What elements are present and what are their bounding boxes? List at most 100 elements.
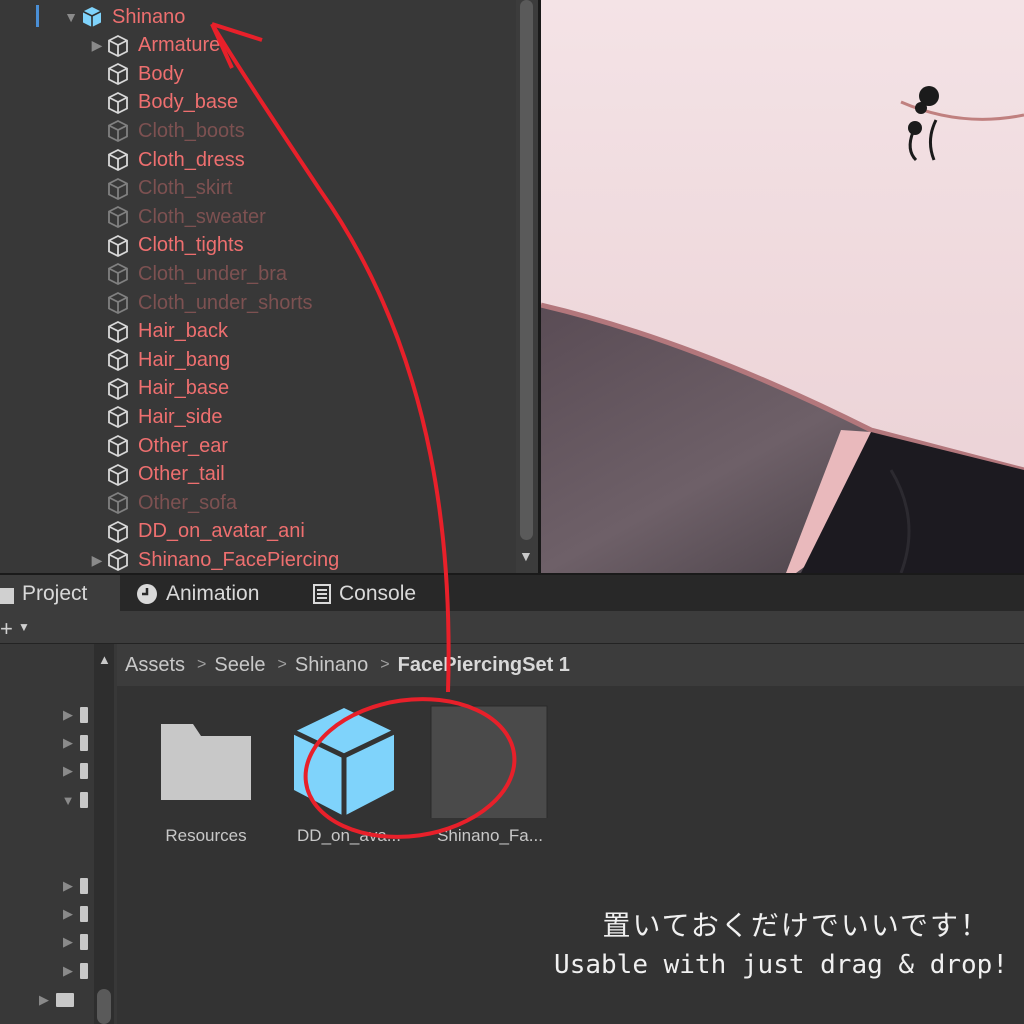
hierarchy-item-label: Cloth_dress [138,148,245,171]
hierarchy-item-cloth-tights[interactable]: Cloth_tights [88,232,244,260]
folder-icon [80,878,88,894]
tab-label: Animation [166,582,260,605]
gameobject-cube-icon [106,205,130,229]
folder-tree-item[interactable]: ▶ [60,704,88,726]
caption-english: Usable with just drag & drop! [554,950,1008,980]
gameobject-cube-icon [106,148,130,172]
clock-icon [136,583,158,605]
folder-icon [80,763,88,779]
chevron-right-icon[interactable]: ▶ [60,963,76,979]
prefab-cube-icon [284,698,414,818]
prefab-thumbnail [425,698,555,823]
folder-icon [80,906,88,922]
project-tree-scroll-thumb[interactable] [97,989,111,1024]
project-folder-tree: ▶ ▶ ▶ ▼ ▶ ▶ ▶ ▶ ▶ ▲ [0,644,117,1024]
scene-view[interactable] [541,0,1024,573]
plus-icon[interactable]: + [0,616,13,642]
gameobject-cube-icon [106,119,130,143]
gameobject-cube-icon [106,491,130,515]
hierarchy-item-body-base[interactable]: Body_base [88,89,238,117]
chevron-down-icon[interactable]: ▼ [18,620,30,634]
folder-tree-item[interactable]: ▶ [36,989,74,1011]
tab-console[interactable]: Console [313,575,416,613]
hierarchy-item-shinano[interactable]: ▼ Shinano [62,3,185,31]
hierarchy-item-label: Body_base [138,91,239,114]
folder-tree-item[interactable]: ▶ [60,931,88,953]
folder-icon [141,698,271,818]
chevron-right-icon[interactable]: ▶ [88,552,106,569]
hierarchy-item-cloth-under-bra[interactable]: Cloth_under_bra [88,260,287,288]
asset-name: Shinano_Fa... [437,826,543,845]
chevron-right-icon[interactable]: ▶ [60,878,76,894]
hierarchy-item-label: DD_on_avatar_ani [138,520,305,543]
chevron-right-icon[interactable]: ▶ [60,707,76,723]
scroll-up-icon[interactable]: ▲ [98,652,111,667]
gameobject-cube-icon [106,348,130,372]
hierarchy-item-hair-side[interactable]: Hair_side [88,403,222,431]
tab-project[interactable]: Project [0,575,120,613]
folder-tree-item[interactable]: ▶ [60,960,88,982]
hierarchy-item-label: Hair_base [138,377,230,400]
hierarchy-item-other-tail[interactable]: Other_tail [88,461,225,489]
folder-tree-item[interactable]: ▶ [60,875,88,897]
hierarchy-item-body[interactable]: Body [88,60,184,88]
hierarchy-item-dd-on-avatar-ani[interactable]: DD_on_avatar_ani [88,518,305,546]
project-toolbar: + ▼ [0,611,1024,644]
chevron-down-icon[interactable]: ▼ [60,793,76,808]
hierarchy-item-label: Cloth_boots [138,119,245,142]
prefab-cube-icon [80,5,104,29]
chevron-right-icon[interactable]: ▶ [36,992,52,1008]
hierarchy-item-cloth-skirt[interactable]: Cloth_skirt [88,175,232,203]
hierarchy-scroll-thumb[interactable] [520,0,533,540]
hierarchy-item-hair-bang[interactable]: Hair_bang [88,346,230,374]
hierarchy-item-hair-back[interactable]: Hair_back [88,318,228,346]
folder-icon [56,993,74,1007]
hierarchy-item-shinano-facepiercing[interactable]: ▶ Shinano_FacePiercing [88,546,339,573]
folder-tree-item[interactable]: ▶ [60,732,88,754]
breadcrumb-assets[interactable]: Assets [125,654,185,677]
hierarchy-item-label: Other_sofa [138,491,237,514]
hierarchy-item-hair-base[interactable]: Hair_base [88,375,229,403]
gameobject-cube-icon [106,520,130,544]
hierarchy-item-other-sofa[interactable]: Other_sofa [88,489,237,517]
chevron-right-icon[interactable]: ▶ [60,934,76,950]
gameobject-cube-icon [106,377,130,401]
tab-animation[interactable]: Animation [136,575,259,613]
chevron-down-icon[interactable]: ▼ [62,9,80,25]
project-tree-scrollbar[interactable] [94,644,114,1024]
console-icon [313,584,331,604]
hierarchy-item-cloth-under-shorts[interactable]: Cloth_under_shorts [88,289,313,317]
bottom-tab-bar: Project Animation Console [0,573,1024,613]
chevron-right-icon[interactable]: ▶ [60,735,76,751]
hierarchy-panel: ▼ Shinano ▶ Armature Body Body_base Cloth_boot… [0,0,540,573]
folder-icon [80,934,88,950]
gameobject-cube-icon [106,262,130,286]
chevron-right-icon[interactable]: ▶ [60,763,76,779]
chevron-right-icon[interactable]: ▶ [88,37,106,54]
folder-tree-item[interactable]: ▼ [60,789,88,811]
hierarchy-item-armature[interactable]: ▶ Armature [88,32,220,60]
gameobject-cube-icon [106,34,130,58]
hierarchy-item-label: Cloth_under_bra [138,262,287,285]
scroll-down-icon[interactable]: ▼ [519,548,533,564]
gameobject-cube-icon [106,434,130,458]
breadcrumb-shinano[interactable]: Shinano [295,654,368,677]
asset-name: Resources [165,826,247,845]
tab-label: Project [22,582,88,605]
folder-tree-item[interactable]: ▶ [60,760,88,782]
hierarchy-item-label: Hair_side [138,405,223,428]
hierarchy-item-other-ear[interactable]: Other_ear [88,432,228,460]
hierarchy-item-label: Other_ear [138,434,229,457]
hierarchy-item-cloth-boots[interactable]: Cloth_boots [88,117,245,145]
caption-japanese: 置いておくだけでいいです！ [602,909,990,942]
breadcrumb: Assets > Seele > Shinano > FacePiercingS… [117,644,1024,686]
chevron-right-icon[interactable]: ▶ [60,906,76,922]
folder-tree-item[interactable]: ▶ [60,903,88,925]
hierarchy-item-cloth-dress[interactable]: Cloth_dress [88,146,245,174]
breadcrumb-seele[interactable]: Seele [214,654,265,677]
gameobject-cube-icon [106,405,130,429]
gameobject-cube-icon [106,320,130,344]
folder-icon [0,584,14,604]
breadcrumb-current-folder[interactable]: FacePiercingSet 1 [398,654,570,677]
hierarchy-item-cloth-sweater[interactable]: Cloth_sweater [88,203,266,231]
